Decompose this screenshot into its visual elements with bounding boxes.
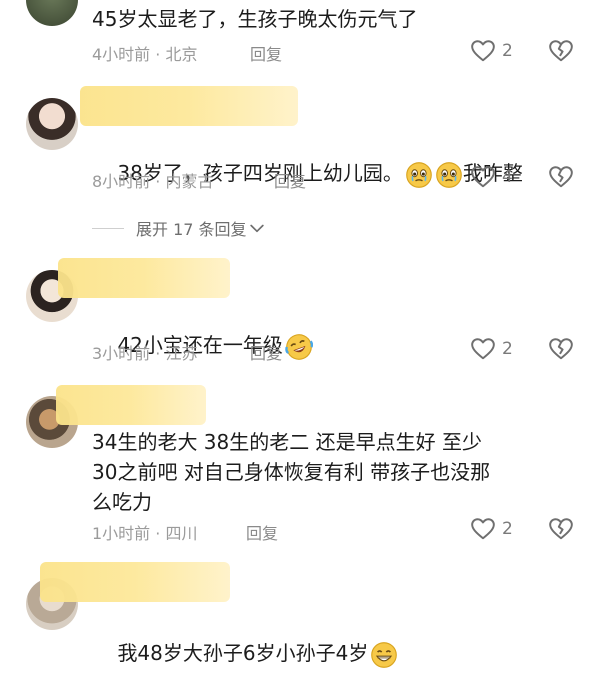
like-count: 2	[502, 41, 513, 61]
username-redaction	[56, 385, 206, 425]
broken-heart-icon[interactable]	[548, 38, 574, 64]
comment-meta: 1小时前 · 四川	[92, 524, 198, 543]
like-button[interactable]: 2	[470, 336, 513, 362]
comment-text-main: 我48岁大孙子6岁小孙子4岁	[117, 641, 369, 665]
comment-meta: 8小时前 · 内蒙古	[92, 172, 214, 191]
like-count: 2	[502, 339, 513, 359]
like-count: 2	[502, 519, 513, 539]
username-redaction	[58, 258, 230, 298]
comment-meta: 4小时前 · 北京	[92, 45, 198, 64]
avatar[interactable]	[26, 0, 78, 26]
username-redaction	[40, 562, 230, 602]
like-button[interactable]: 2	[470, 38, 513, 64]
broken-heart-icon[interactable]	[548, 336, 574, 362]
reply-button[interactable]: 回复	[250, 41, 282, 65]
heart-outline-icon	[470, 516, 496, 542]
reply-button[interactable]: 回复	[250, 340, 282, 364]
reply-button[interactable]: 回复	[274, 168, 306, 192]
username-redaction	[80, 86, 298, 126]
expand-replies-label: 展开 17 条回复	[136, 220, 247, 239]
heart-outline-icon	[470, 164, 496, 190]
heart-outline-icon	[470, 336, 496, 362]
reply-button[interactable]: 回复	[246, 520, 278, 544]
grinning-face-emoji-icon	[370, 641, 398, 669]
like-count: 4	[502, 167, 513, 187]
broken-heart-icon[interactable]	[548, 164, 574, 190]
like-button[interactable]: 2	[470, 516, 513, 542]
heart-outline-icon	[470, 38, 496, 64]
comment-text: 我48岁大孙子6岁小孙子4岁	[92, 608, 582, 699]
comment-text: 45岁太显老了，生孩子晚太伤元气了	[92, 7, 418, 31]
laughing-crying-emoji-icon	[285, 333, 313, 361]
divider	[92, 227, 124, 229]
avatar[interactable]	[26, 98, 78, 150]
comment-meta: 3小时前 · 江苏	[92, 344, 198, 363]
crying-face-emoji-icon	[405, 161, 433, 189]
broken-heart-icon[interactable]	[548, 516, 574, 542]
expand-replies-button[interactable]: 展开 17 条回复	[92, 216, 267, 240]
comment-text: 34生的老大 38生的老二 还是早点生好 至少 30之前吧 对自己身体恢复有利 …	[92, 430, 491, 514]
like-button[interactable]: 4	[470, 164, 513, 190]
crying-face-emoji-icon	[435, 161, 463, 189]
chevron-down-icon	[247, 218, 267, 238]
